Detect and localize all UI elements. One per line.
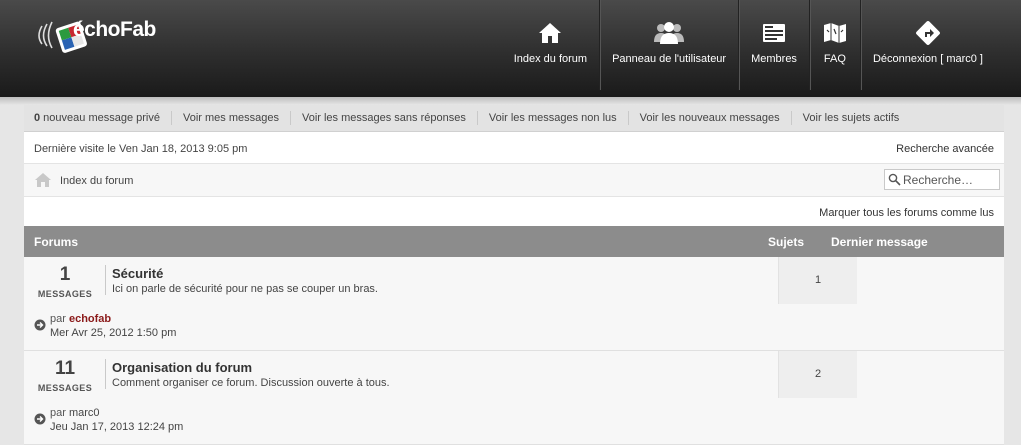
divider — [105, 265, 106, 295]
forum-row: 1 MESSAGES Sécurité Ici on parle de sécu… — [24, 257, 1004, 351]
mark-read-row: Marquer tous les forums comme lus — [24, 197, 1004, 226]
breadcrumb: Index du forum — [24, 164, 1004, 197]
message-count: 11 MESSAGES — [24, 358, 106, 394]
forum-table-header: Forums Sujets Dernier message — [24, 226, 1004, 257]
logout-icon — [916, 21, 940, 45]
forum-title-link[interactable]: Organisation du forum — [112, 360, 252, 375]
advanced-search-link[interactable]: Recherche avancée — [896, 143, 994, 155]
link-my-posts[interactable]: Voir mes messages — [170, 111, 290, 125]
link-unanswered-posts[interactable]: Voir les messages sans réponses — [289, 111, 477, 125]
forum-row: 11 MESSAGES Organisation du forum Commen… — [24, 351, 1004, 445]
members-icon — [763, 24, 786, 42]
message-count-number: 1 — [59, 264, 71, 285]
column-forums: Forums — [34, 235, 79, 249]
forum-description: Comment organiser ce forum. Discussion o… — [112, 377, 390, 389]
message-count-number: 11 — [54, 358, 76, 379]
nav-logout-label: Déconnexion [ marc0 ] — [872, 53, 983, 65]
nav-forum-index-label: Index du forum — [513, 53, 588, 65]
nav-faq-label: FAQ — [823, 53, 846, 65]
divider — [105, 359, 106, 389]
go-to-post-arrow-icon[interactable] — [34, 319, 46, 331]
nav-forum-index[interactable]: Index du forum — [502, 0, 599, 90]
message-count: 1 MESSAGES — [24, 264, 106, 300]
link-new-posts[interactable]: Voir les nouveaux messages — [627, 111, 791, 125]
home-icon — [539, 23, 562, 43]
nav-logout[interactable]: Déconnexion [ marc0 ] — [859, 0, 995, 90]
message-count-label: MESSAGES — [37, 383, 93, 393]
search-icon — [888, 173, 901, 186]
site-logo-text[interactable]: échoFab — [73, 18, 156, 42]
private-messages-link[interactable]: 0 nouveau message privé — [34, 111, 171, 125]
column-topics: Sujets — [768, 235, 805, 249]
home-icon[interactable] — [34, 172, 52, 188]
last-post-by-prefix: par — [50, 313, 69, 325]
last-visit-text: Dernière visite le Ven Jan 18, 2013 9:05… — [34, 143, 248, 155]
site-header: échoFab Index du forum Panneau de l'util… — [0, 0, 1021, 97]
last-post-by: par echofab — [50, 313, 111, 325]
nav-user-panel-label: Panneau de l'utilisateur — [612, 53, 727, 65]
mark-all-read-link[interactable]: Marquer tous les forums comme lus — [819, 207, 994, 219]
private-message-label: nouveau message privé — [40, 112, 160, 124]
go-to-post-arrow-icon[interactable] — [34, 413, 46, 425]
info-row: Dernière visite le Ven Jan 18, 2013 9:05… — [24, 132, 1004, 164]
nav-members[interactable]: Membres — [738, 0, 809, 90]
search-input[interactable] — [903, 172, 997, 187]
message-count-label: MESSAGES — [37, 289, 93, 299]
forum-title-link[interactable]: Sécurité — [112, 266, 163, 281]
quick-links-bar: 0 nouveau message privé Voir mes message… — [24, 105, 1004, 132]
nav-members-label: Membres — [751, 53, 797, 65]
last-post-date: Mer Avr 25, 2012 1:50 pm — [50, 327, 177, 339]
column-last-post: Dernier message — [831, 235, 928, 249]
last-post-author-link[interactable]: marc0 — [69, 407, 100, 419]
last-post-author-link[interactable]: echofab — [69, 313, 111, 325]
header-shadow — [0, 97, 1021, 105]
breadcrumb-forum-index[interactable]: Index du forum — [60, 175, 133, 187]
main-panel: Dernière visite le Ven Jan 18, 2013 9:05… — [24, 132, 1004, 445]
topics-count: 1 — [778, 257, 857, 304]
last-post-by-prefix: par — [50, 407, 69, 419]
last-post-date: Jeu Jan 17, 2013 12:24 pm — [50, 421, 184, 433]
nav-faq[interactable]: FAQ — [808, 0, 860, 90]
search-box[interactable] — [884, 169, 1000, 190]
users-icon — [654, 22, 685, 44]
nav-user-panel[interactable]: Panneau de l'utilisateur — [599, 0, 738, 90]
link-unread-posts[interactable]: Voir les messages non lus — [476, 111, 628, 125]
link-active-topics[interactable]: Voir les sujets actifs — [790, 111, 911, 125]
main-nav: Index du forum Panneau de l'utilisateur … — [502, 0, 995, 90]
topics-count: 2 — [778, 351, 857, 398]
map-icon — [823, 23, 846, 43]
forum-description: Ici on parle de sécurité pour ne pas se … — [112, 283, 378, 295]
last-post-by: par marc0 — [50, 407, 100, 419]
